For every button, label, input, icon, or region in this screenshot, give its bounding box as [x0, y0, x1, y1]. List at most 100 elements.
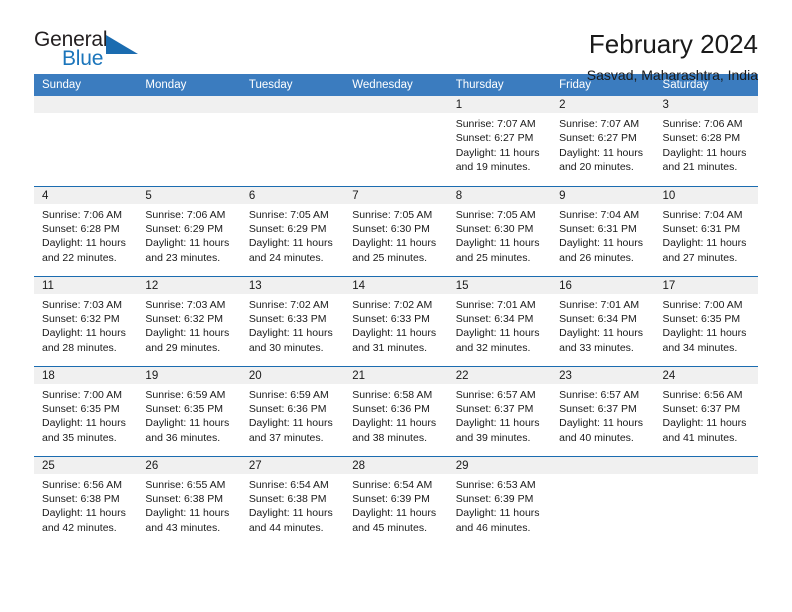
sunset-text: Sunset: 6:32 PM: [145, 312, 224, 325]
calendar-day-cell[interactable]: 1 Sunrise: 7:07 AM Sunset: 6:27 PM Daylight…: [447, 96, 552, 186]
day-details: [241, 113, 344, 117]
daylight-text-line2: and 46 minutes.: [455, 521, 531, 534]
calendar-day-cell[interactable]: 6 Sunrise: 7:05 AM Sunset: 6:29 PM Daylight…: [240, 185, 345, 276]
calendar-day-cell[interactable]: 4 Sunrise: 7:06 AM Sunset: 6:28 PM Daylight…: [34, 185, 138, 276]
day-cell-inner: 4 Sunrise: 7:06 AM Sunset: 6:28 PM Daylight…: [34, 186, 138, 276]
calendar-week-row: 11 Sunrise: 7:03 AM Sunset: 6:32 PM Dayligh…: [34, 275, 758, 366]
calendar-day-cell[interactable]: 15 Sunrise: 7:01 AM Sunset: 6:34 PM Dayligh…: [447, 275, 552, 366]
sunset-text: Sunset: 6:32 PM: [42, 312, 120, 325]
calendar-day-cell[interactable]: 23 Sunrise: 6:57 AM Sunset: 6:37 PM Dayligh…: [551, 365, 655, 456]
day-cell-inner: 11 Sunrise: 7:03 AM Sunset: 6:32 PM Dayligh…: [34, 276, 138, 366]
day-number: 25: [34, 456, 138, 474]
sunrise-text: Sunrise: 7:04 AM: [559, 208, 640, 221]
day-cell-inner: 20 Sunrise: 6:59 AM Sunset: 6:36 PM Dayligh…: [240, 366, 345, 456]
calendar-day-cell[interactable]: 14 Sunrise: 7:02 AM Sunset: 6:33 PM Dayligh…: [344, 275, 448, 366]
calendar-day-cell[interactable]: 9 Sunrise: 7:04 AM Sunset: 6:31 PM Daylight…: [551, 185, 655, 276]
day-details: Sunrise: 6:54 AM Sunset: 6:39 PM Daylight:…: [344, 474, 447, 536]
daylight-text-line2: and 45 minutes.: [352, 521, 427, 534]
day-details: Sunrise: 7:00 AM Sunset: 6:35 PM Daylight:…: [34, 384, 137, 446]
sunrise-text: Sunrise: 7:04 AM: [662, 208, 743, 221]
calendar-day-cell[interactable]: 28 Sunrise: 6:54 AM Sunset: 6:39 PM Dayligh…: [344, 455, 448, 546]
calendar-day-cell[interactable]: 21 Sunrise: 6:58 AM Sunset: 6:36 PM Dayligh…: [344, 365, 448, 456]
sunset-text: Sunset: 6:39 PM: [455, 492, 534, 505]
day-number: 12: [137, 276, 241, 294]
daylight-text-line2: and 23 minutes.: [145, 251, 221, 264]
day-cell-inner: 25 Sunrise: 6:56 AM Sunset: 6:38 PM Dayligh…: [34, 456, 138, 547]
sunrise-text: Sunrise: 7:00 AM: [662, 298, 743, 311]
sunrise-text: Sunrise: 7:06 AM: [42, 208, 122, 221]
calendar-day-cell[interactable]: 11 Sunrise: 7:03 AM Sunset: 6:32 PM Dayligh…: [34, 275, 138, 366]
daylight-text-line1: Daylight: 11 hours: [42, 327, 126, 340]
day-cell-inner: 13 Sunrise: 7:02 AM Sunset: 6:33 PM Dayligh…: [240, 276, 345, 366]
calendar-day-cell[interactable]: 5 Sunrise: 7:06 AM Sunset: 6:29 PM Daylight…: [137, 185, 241, 276]
calendar-day-cell[interactable]: 12 Sunrise: 7:03 AM Sunset: 6:32 PM Dayligh…: [137, 275, 241, 366]
sunset-text: Sunset: 6:28 PM: [42, 222, 120, 235]
sunrise-text: Sunrise: 6:53 AM: [455, 478, 536, 491]
calendar-day-cell[interactable]: 25 Sunrise: 6:56 AM Sunset: 6:38 PM Dayligh…: [34, 455, 138, 547]
day-number: 16: [551, 276, 655, 294]
calendar-day-cell[interactable]: 22 Sunrise: 6:57 AM Sunset: 6:37 PM Dayligh…: [447, 365, 552, 456]
daylight-text-line2: and 28 minutes.: [42, 341, 117, 354]
calendar-day-cell-empty: [551, 455, 655, 546]
calendar-day-cell[interactable]: 17 Sunrise: 7:00 AM Sunset: 6:35 PM Dayligh…: [654, 275, 758, 366]
day-cell-inner: 9 Sunrise: 7:04 AM Sunset: 6:31 PM Daylight…: [551, 186, 655, 276]
day-details: Sunrise: 7:05 AM Sunset: 6:30 PM Daylight:…: [448, 204, 551, 266]
calendar-day-cell[interactable]: 16 Sunrise: 7:01 AM Sunset: 6:34 PM Dayligh…: [551, 275, 655, 366]
day-details: Sunrise: 7:01 AM Sunset: 6:34 PM Daylight:…: [551, 294, 654, 356]
calendar-day-cell[interactable]: 20 Sunrise: 6:59 AM Sunset: 6:36 PM Dayligh…: [240, 365, 345, 456]
day-details: Sunrise: 6:56 AM Sunset: 6:37 PM Daylight:…: [655, 384, 758, 446]
daylight-text-line1: Daylight: 11 hours: [559, 327, 643, 340]
day-cell-inner: 1 Sunrise: 7:07 AM Sunset: 6:27 PM Daylight…: [447, 96, 552, 186]
sunrise-text: Sunrise: 7:07 AM: [455, 118, 536, 130]
day-cell-inner: [654, 456, 758, 547]
calendar-day-cell[interactable]: 2 Sunrise: 7:07 AM Sunset: 6:27 PM Daylight…: [551, 96, 655, 186]
calendar-day-cell[interactable]: 13 Sunrise: 7:02 AM Sunset: 6:33 PM Dayligh…: [240, 275, 345, 366]
day-cell-inner: 6 Sunrise: 7:05 AM Sunset: 6:29 PM Daylight…: [240, 186, 345, 276]
day-details: Sunrise: 7:01 AM Sunset: 6:34 PM Daylight:…: [448, 294, 551, 356]
calendar-day-cell[interactable]: 7 Sunrise: 7:05 AM Sunset: 6:30 PM Daylight…: [344, 185, 448, 276]
day-number: 3: [654, 96, 758, 113]
weekday-header-sunday: Sunday: [34, 74, 138, 96]
sunset-text: Sunset: 6:35 PM: [662, 312, 741, 325]
sunset-text: Sunset: 6:29 PM: [145, 222, 224, 235]
calendar-day-cell[interactable]: 27 Sunrise: 6:54 AM Sunset: 6:38 PM Dayligh…: [240, 455, 345, 546]
sunrise-text: Sunrise: 7:06 AM: [145, 208, 226, 221]
page-title: February 2024: [588, 29, 758, 59]
calendar-day-cell[interactable]: 8 Sunrise: 7:05 AM Sunset: 6:30 PM Daylight…: [447, 185, 552, 276]
sunrise-text: Sunrise: 7:05 AM: [352, 208, 433, 221]
calendar-day-cell[interactable]: 26 Sunrise: 6:55 AM Sunset: 6:38 PM Dayligh…: [137, 455, 241, 546]
sunrise-text: Sunrise: 7:01 AM: [455, 298, 536, 311]
daylight-text-line1: Daylight: 11 hours: [662, 237, 747, 250]
day-number: [137, 96, 241, 113]
sunset-text: Sunset: 6:27 PM: [455, 132, 534, 145]
day-details: Sunrise: 7:07 AM Sunset: 6:27 PM Daylight:…: [448, 113, 551, 175]
sunset-text: Sunset: 6:34 PM: [455, 312, 534, 325]
day-details: Sunrise: 7:03 AM Sunset: 6:32 PM Daylight:…: [137, 294, 240, 356]
day-details: Sunrise: 7:05 AM Sunset: 6:29 PM Daylight:…: [241, 204, 344, 266]
day-cell-inner: 2 Sunrise: 7:07 AM Sunset: 6:27 PM Daylight…: [551, 96, 655, 186]
day-number: 7: [344, 186, 448, 204]
day-details: Sunrise: 7:07 AM Sunset: 6:27 PM Daylight:…: [551, 113, 654, 175]
daylight-text-line2: and 36 minutes.: [145, 431, 221, 444]
title-block: February 2024 Sasvad, Maharashtra, India: [587, 28, 758, 85]
calendar-day-cell[interactable]: 19 Sunrise: 6:59 AM Sunset: 6:35 PM Dayligh…: [137, 365, 241, 456]
sunset-text: Sunset: 6:27 PM: [559, 132, 637, 145]
calendar-day-cell[interactable]: 18 Sunrise: 7:00 AM Sunset: 6:35 PM Dayligh…: [34, 365, 138, 456]
day-details: [655, 474, 758, 478]
day-details: Sunrise: 7:03 AM Sunset: 6:32 PM Daylight:…: [34, 294, 137, 356]
sunrise-text: Sunrise: 7:05 AM: [455, 208, 536, 221]
calendar-day-cell[interactable]: 3 Sunrise: 7:06 AM Sunset: 6:28 PM Daylight…: [654, 96, 758, 186]
brand-logo[interactable]: General Blue: [34, 28, 149, 76]
day-number: 27: [240, 456, 345, 474]
daylight-text-line1: Daylight: 11 hours: [352, 507, 437, 520]
weekday-header-wednesday: Wednesday: [344, 74, 448, 96]
weekday-header-thursday: Thursday: [447, 74, 552, 96]
day-details: Sunrise: 7:06 AM Sunset: 6:28 PM Daylight:…: [655, 113, 758, 175]
sunrise-text: Sunrise: 6:59 AM: [145, 388, 226, 401]
day-details: Sunrise: 6:57 AM Sunset: 6:37 PM Daylight:…: [551, 384, 654, 446]
day-details: [551, 474, 654, 478]
calendar-day-cell[interactable]: 10 Sunrise: 7:04 AM Sunset: 6:31 PM Dayligh…: [654, 185, 758, 276]
calendar-body: 1 Sunrise: 7:07 AM Sunset: 6:27 PM Daylight…: [34, 96, 758, 546]
calendar-day-cell[interactable]: 24 Sunrise: 6:56 AM Sunset: 6:37 PM Dayligh…: [654, 365, 758, 456]
calendar-day-cell[interactable]: 29 Sunrise: 6:53 AM Sunset: 6:39 PM Dayligh…: [447, 455, 552, 546]
